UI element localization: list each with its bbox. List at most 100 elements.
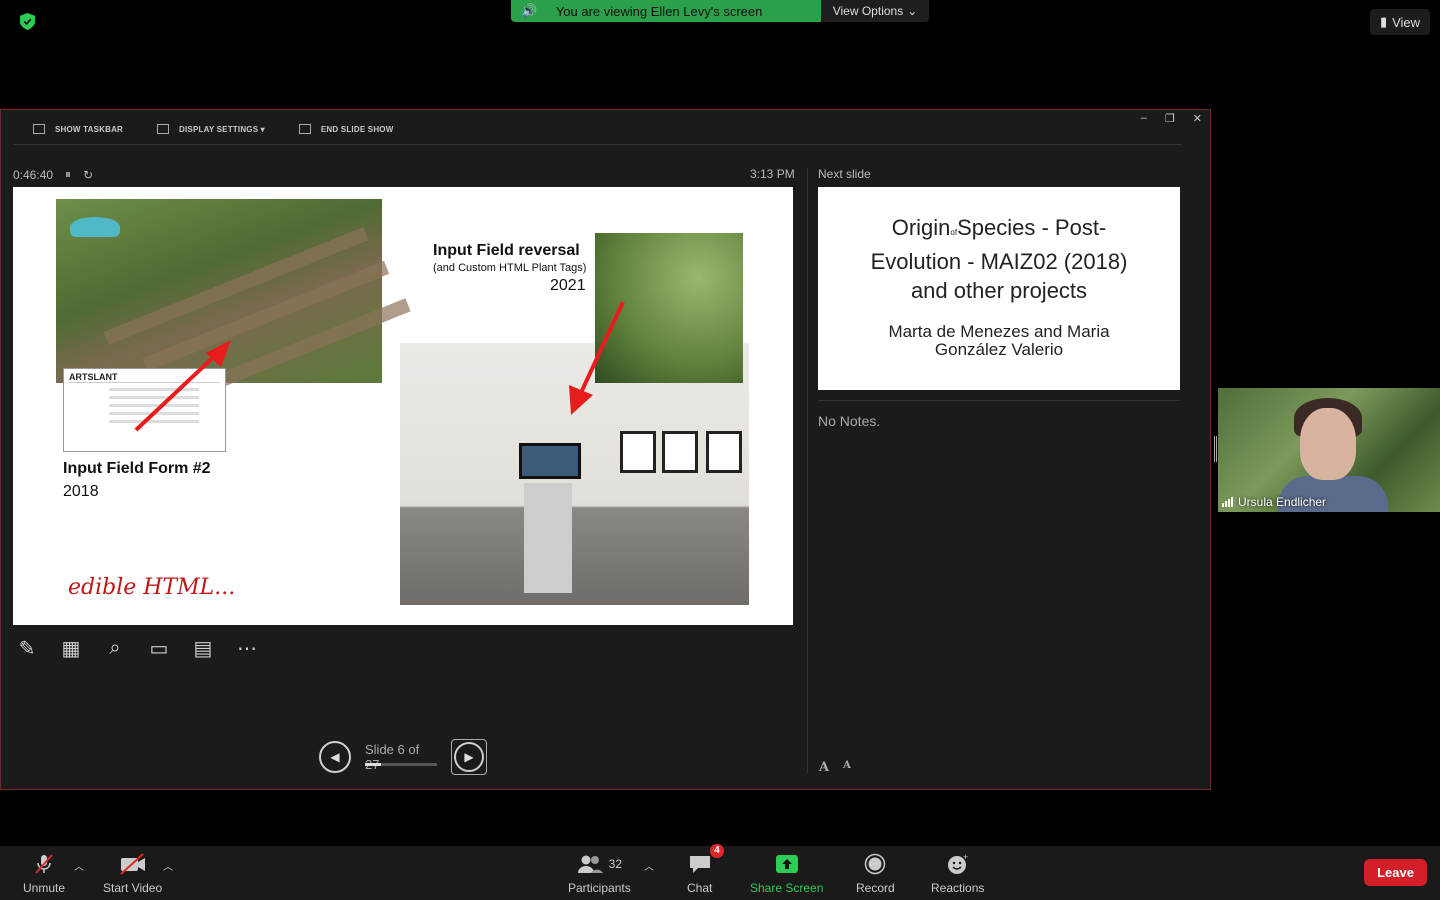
subtitles-icon[interactable]: ▤	[189, 634, 217, 662]
red-arrow-icon	[569, 301, 625, 415]
end-show-icon	[298, 124, 311, 134]
window-controls: – ❐ ✕	[1141, 112, 1202, 125]
chat-button[interactable]: 4 Chat	[687, 844, 724, 895]
video-off-icon	[119, 852, 147, 876]
share-screen-button[interactable]: Share Screen	[750, 852, 823, 895]
next-slide-preview: OriginofSpecies - Post- Evolution - MAIZ…	[818, 187, 1180, 390]
signal-strength-icon	[1222, 497, 1233, 507]
pause-icon[interactable]: ⏸	[65, 167, 71, 182]
chevron-down-icon: ⌄	[907, 4, 918, 18]
annotation-tools: ✎ ▦ ⌕ ▭ ▤ ⋯	[13, 634, 261, 662]
display-settings-button[interactable]: DISPLAY SETTINGS ▾	[157, 124, 265, 134]
muted-microphone-icon	[32, 852, 56, 876]
view-options-button[interactable]: View Options ⌄	[821, 0, 929, 22]
red-arrow-icon	[134, 340, 231, 432]
end-slide-show-label: END SLIDE SHOW	[320, 124, 394, 134]
show-taskbar-button[interactable]: SHOW TASKBAR	[33, 124, 123, 134]
restore-icon[interactable]: ❐	[1165, 112, 1175, 125]
arrow-right-icon: ▶	[454, 742, 484, 772]
slide-timer: 0:46:40 ⏸ ↻	[13, 167, 93, 182]
video-options-caret-icon[interactable]: ︿	[163, 858, 173, 873]
next-slide-authors: Marta de Menezes and Maria González Vale…	[818, 323, 1180, 359]
authors-line2: González Valerio	[934, 340, 1064, 359]
view-button-label: View	[1392, 14, 1421, 30]
speaker-notes: No Notes.	[818, 413, 881, 429]
view-options-label: View Options	[832, 4, 904, 18]
leave-button[interactable]: Leave	[1364, 859, 1427, 886]
pen-icon[interactable]: ✎	[13, 634, 41, 662]
speaker-icon: 🔊	[521, 3, 538, 18]
slide-progress-bar	[365, 763, 437, 766]
reactions-button[interactable]: + Reactions	[931, 852, 984, 895]
notes-font-size-controls: A A	[819, 760, 851, 775]
pane-divider[interactable]	[807, 168, 808, 773]
presenter-view-window: SHOW TASKBAR DISPLAY SETTINGS ▾ END SLID…	[0, 109, 1211, 790]
edible-html-text: edible HTML...	[68, 575, 236, 600]
zoom-icon[interactable]: ⌕	[101, 634, 129, 662]
chat-icon: 4	[688, 844, 724, 876]
svg-text:+: +	[963, 853, 968, 862]
clock-time: 3:13 PM	[750, 167, 795, 181]
slide-counter: Slide 6 of 27	[365, 742, 437, 772]
see-all-slides-icon[interactable]: ▦	[57, 634, 85, 662]
decrease-font-icon[interactable]: A	[843, 760, 851, 775]
reversal-title: Input Field reversal	[433, 242, 580, 259]
next-title-line3: and other projects	[910, 278, 1088, 303]
next-title-line2: Evolution - MAIZ02 (2018)	[870, 249, 1128, 274]
unmute-button[interactable]: Unmute	[23, 852, 65, 895]
arrow-left-icon: ◀	[330, 750, 340, 764]
participants-options-caret-icon[interactable]: ︿	[644, 858, 654, 873]
slide-counter-text: Slide 6 of 27	[365, 742, 420, 772]
show-taskbar-label: SHOW TASKBAR	[55, 124, 124, 134]
next-title-part2: Species - Post-	[957, 215, 1107, 240]
authors-line1: Marta de Menezes and Maria	[888, 322, 1110, 341]
record-icon	[864, 852, 886, 876]
current-slide: ARTSLANT Input Field Form #2 2018 edible…	[13, 187, 793, 625]
unmute-label: Unmute	[23, 881, 66, 895]
toolbar-divider	[13, 144, 1182, 145]
slide-navigation: ◀ Slide 6 of 27 ▶	[319, 739, 487, 775]
chat-unread-badge: 4	[710, 844, 724, 858]
increase-font-icon[interactable]: A	[819, 760, 829, 775]
screen-share-banner: 🔊 You are viewing Ellen Levy's screen Vi…	[511, 0, 929, 22]
reactions-label: Reactions	[931, 881, 985, 895]
reversal-year: 2021	[550, 277, 586, 294]
meeting-controls-bar: Unmute ︿ Start Video ︿ 32 Participants ︿…	[0, 844, 1440, 900]
participants-button[interactable]: 32 Participants	[568, 852, 631, 895]
notes-divider	[818, 400, 1180, 401]
black-screen-icon[interactable]: ▭	[145, 634, 173, 662]
next-slide-title: OriginofSpecies - Post- Evolution - MAIZ…	[818, 213, 1180, 305]
participant-video[interactable]: Ursula Endlicher	[1218, 388, 1440, 512]
minimize-icon[interactable]: –	[1141, 112, 1147, 125]
view-button[interactable]: ▮ View	[1370, 9, 1430, 35]
next-slide-button[interactable]: ▶	[451, 739, 487, 775]
form-year: 2018	[63, 483, 99, 500]
taskbar-icon	[33, 124, 45, 134]
record-label: Record	[856, 881, 895, 895]
restart-timer-icon[interactable]: ↻	[83, 168, 93, 182]
previous-slide-button[interactable]: ◀	[319, 741, 351, 773]
close-icon[interactable]: ✕	[1193, 112, 1202, 125]
more-options-icon[interactable]: ⋯	[233, 634, 261, 662]
viewing-text: You are viewing Ellen Levy's screen	[555, 3, 763, 19]
participant-name-tag: Ursula Endlicher	[1222, 495, 1326, 509]
participants-label: Participants	[568, 881, 631, 895]
record-button[interactable]: Record	[856, 852, 895, 895]
display-settings-label: DISPLAY SETTINGS ▾	[179, 124, 265, 134]
next-slide-label: Next slide	[818, 167, 871, 181]
share-screen-icon	[775, 852, 799, 876]
display-icon	[157, 124, 170, 134]
security-shield-icon[interactable]	[19, 13, 36, 30]
panel-resize-handle[interactable]	[1214, 436, 1217, 462]
view-layout-icon: ▮	[1379, 14, 1388, 29]
start-video-button[interactable]: Start Video	[103, 852, 162, 895]
reversal-subtitle: (and Custom HTML Plant Tags)	[433, 262, 587, 274]
smiley-icon: +	[946, 852, 970, 876]
audio-options-caret-icon[interactable]: ︿	[74, 858, 84, 873]
end-slide-show-button[interactable]: END SLIDE SHOW	[298, 124, 394, 134]
presenter-toolbar: SHOW TASKBAR DISPLAY SETTINGS ▾ END SLID…	[33, 124, 393, 134]
elapsed-time: 0:46:40	[13, 167, 54, 182]
chat-label: Chat	[687, 881, 713, 895]
share-screen-label: Share Screen	[750, 881, 824, 895]
start-video-label: Start Video	[103, 881, 163, 895]
